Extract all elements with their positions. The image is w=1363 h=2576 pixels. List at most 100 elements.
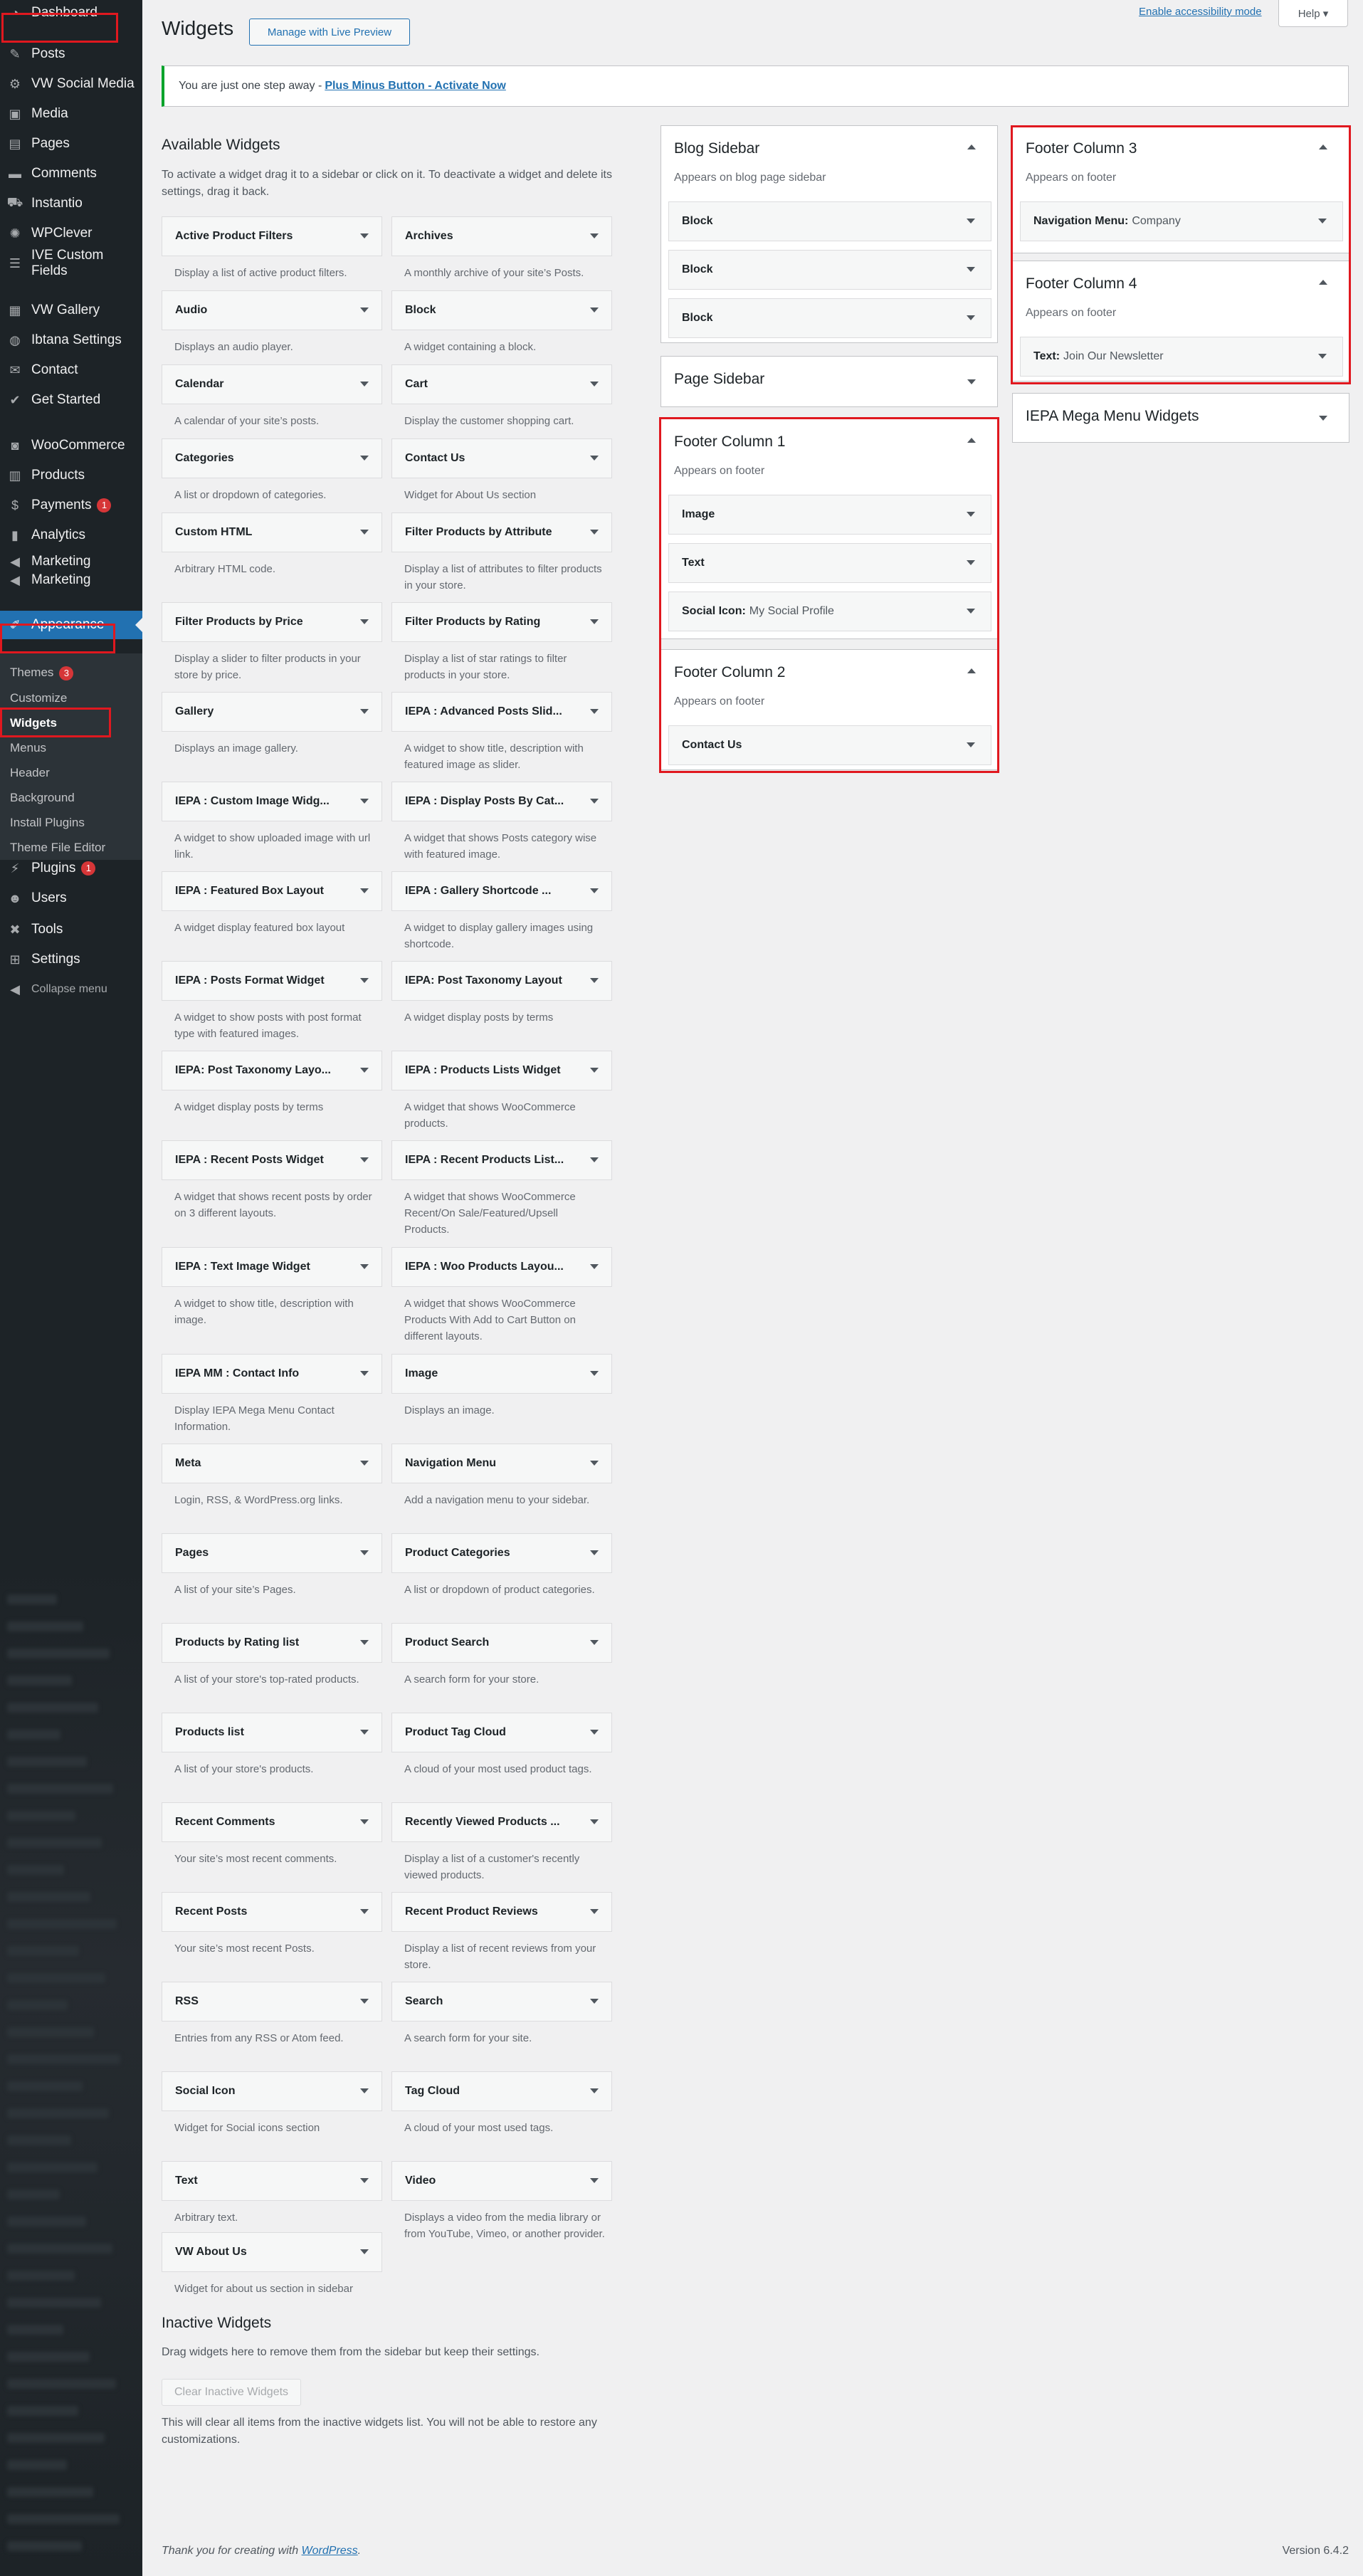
- available-widget[interactable]: IEPA : Woo Products Layou... A widget tha…: [391, 1247, 612, 1345]
- expand-arrow-icon[interactable]: [1319, 416, 1327, 421]
- widget-title-bar[interactable]: IEPA : Advanced Posts Slid...: [391, 692, 612, 732]
- clear-inactive-button[interactable]: Clear Inactive Widgets: [162, 2379, 301, 2406]
- widget-title-bar[interactable]: IEPA : Display Posts By Cat...: [391, 782, 612, 821]
- available-widget[interactable]: Product Search A search form for your sto…: [391, 1623, 612, 1688]
- widget-title-bar[interactable]: Search: [391, 1982, 612, 2022]
- menu-item-analytics[interactable]: ▮ Analytics: [0, 521, 142, 550]
- expand-arrow-icon[interactable]: [360, 978, 369, 983]
- expand-arrow-icon[interactable]: [590, 619, 599, 624]
- widget-title-bar[interactable]: Product Tag Cloud: [391, 1713, 612, 1752]
- available-widget[interactable]: Video Displays a video from the media lib…: [391, 2161, 612, 2242]
- expand-arrow-icon[interactable]: [360, 1550, 369, 1555]
- widget-title-bar[interactable]: Video: [391, 2161, 612, 2201]
- widget-title-bar[interactable]: Recent Posts: [162, 1892, 382, 1932]
- available-widget[interactable]: Cart Display the customer shopping cart.: [391, 364, 612, 429]
- available-widget[interactable]: Recent Product Reviews Display a list of …: [391, 1892, 612, 1973]
- menu-item-comments[interactable]: ▬ Comments: [0, 159, 142, 188]
- widget-title-bar[interactable]: Block: [391, 290, 612, 330]
- available-widget[interactable]: IEPA : Recent Posts Widget A widget that …: [162, 1140, 382, 1221]
- widget-title-bar[interactable]: Product Search: [391, 1623, 612, 1663]
- expand-arrow-icon[interactable]: [590, 1264, 599, 1269]
- available-widget[interactable]: Archives A monthly archive of your site’s…: [391, 216, 612, 281]
- widget-title-bar[interactable]: IEPA : Recent Products List...: [391, 1140, 612, 1180]
- menu-item-pages[interactable]: ▤ Pages: [0, 130, 142, 158]
- available-widget[interactable]: VW About Us Widget for about us section i…: [162, 2232, 382, 2297]
- available-widget[interactable]: Image Displays an image.: [391, 1354, 612, 1419]
- expand-arrow-icon[interactable]: [360, 1371, 369, 1376]
- expand-arrow-icon[interactable]: [590, 456, 599, 461]
- widget-title-bar[interactable]: Social Icon: [162, 2071, 382, 2111]
- menu-item-wpclever[interactable]: ✺ WPClever: [0, 219, 142, 248]
- expand-arrow-icon[interactable]: [590, 709, 599, 714]
- menu-item-vw-social[interactable]: ⚙ VW Social Media: [0, 70, 142, 98]
- widget-title-bar[interactable]: Product Categories: [391, 1533, 612, 1573]
- widget-title-bar[interactable]: Navigation Menu: [391, 1444, 612, 1483]
- widget-title-bar[interactable]: Recent Comments: [162, 1802, 382, 1842]
- expand-arrow-icon[interactable]: [590, 382, 599, 387]
- available-widget[interactable]: Recently Viewed Products ... Display a li…: [391, 1802, 612, 1883]
- widget-title-bar[interactable]: IEPA: Post Taxonomy Layo...: [162, 1051, 382, 1090]
- widget-title-bar[interactable]: Contact Us: [391, 438, 612, 478]
- expand-arrow-icon[interactable]: [360, 1640, 369, 1645]
- expand-arrow-icon[interactable]: [590, 1999, 599, 2004]
- menu-item-instantio[interactable]: ⛟ Instantio: [0, 189, 142, 218]
- widget-title-bar[interactable]: Archives: [391, 216, 612, 256]
- widget-title-bar[interactable]: RSS: [162, 1982, 382, 2022]
- expand-arrow-icon[interactable]: [590, 1461, 599, 1466]
- widget-title-bar[interactable]: Pages: [162, 1533, 382, 1573]
- widget-title-bar[interactable]: IEPA : Woo Products Layou...: [391, 1247, 612, 1287]
- expand-arrow-icon[interactable]: [360, 530, 369, 535]
- available-widget[interactable]: RSS Entries from any RSS or Atom feed.: [162, 1982, 382, 2046]
- expand-arrow-icon[interactable]: [360, 1909, 369, 1914]
- available-widget[interactable]: IEPA : Featured Box Layout A widget displ…: [162, 871, 382, 936]
- available-widget[interactable]: IEPA: Post Taxonomy Layout A widget displ…: [391, 961, 612, 1026]
- menu-item-products[interactable]: ▥ Products: [0, 461, 142, 490]
- expand-arrow-icon[interactable]: [590, 1371, 599, 1376]
- expand-arrow-icon[interactable]: [590, 978, 599, 983]
- available-widget[interactable]: Products by Rating list A list of your st…: [162, 1623, 382, 1688]
- widget-title-bar[interactable]: IEPA : Gallery Shortcode ...: [391, 871, 612, 911]
- submenu-menus[interactable]: Menus: [10, 740, 46, 756]
- available-widget[interactable]: Calendar A calendar of your site’s posts.: [162, 364, 382, 429]
- widget-title-bar[interactable]: Active Product Filters: [162, 216, 382, 256]
- menu-item-contact[interactable]: ✉ Contact: [0, 356, 142, 384]
- expand-arrow-icon[interactable]: [360, 799, 369, 804]
- available-widget[interactable]: Recent Comments Your site’s most recent c…: [162, 1802, 382, 1867]
- available-widget[interactable]: IEPA : Text Image Widget A widget to show…: [162, 1247, 382, 1328]
- submenu-theme-file-editor[interactable]: Theme File Editor: [10, 840, 105, 856]
- widget-title-bar[interactable]: Products by Rating list: [162, 1623, 382, 1663]
- widget-title-bar[interactable]: IEPA : Custom Image Widg...: [162, 782, 382, 821]
- submenu-themes[interactable]: Themes 3: [10, 665, 74, 680]
- widget-title-bar[interactable]: Meta: [162, 1444, 382, 1483]
- available-widget[interactable]: Categories A list or dropdown of categori…: [162, 438, 382, 503]
- menu-item-posts[interactable]: ✎ Posts: [0, 40, 142, 68]
- submenu-install-plugins[interactable]: Install Plugins: [10, 815, 85, 831]
- available-widget[interactable]: Recent Posts Your site’s most recent Post…: [162, 1892, 382, 1957]
- menu-item-ive-custom[interactable]: ☰ IVE Custom Fields: [0, 246, 142, 281]
- notice-activate-link[interactable]: Plus Minus Button - Activate Now: [325, 80, 506, 93]
- menu-item-ibtana[interactable]: ◍ Ibtana Settings: [0, 326, 142, 354]
- sidebar-widget[interactable]: Block: [668, 201, 991, 241]
- menu-item-woocommerce[interactable]: ◙ WooCommerce: [0, 431, 142, 460]
- menu-item-tools[interactable]: ✖ Tools: [0, 915, 142, 944]
- available-widget[interactable]: IEPA : Custom Image Widg... A widget to s…: [162, 782, 382, 863]
- widget-title-bar[interactable]: Filter Products by Rating: [391, 602, 612, 642]
- widget-title-bar[interactable]: Recently Viewed Products ...: [391, 1802, 612, 1842]
- available-widget[interactable]: Gallery Displays an image gallery.: [162, 692, 382, 757]
- menu-item-users[interactable]: ☻ Users: [0, 884, 142, 913]
- available-widget[interactable]: Audio Displays an audio player.: [162, 290, 382, 355]
- sidebar-area-title[interactable]: Blog Sidebar: [674, 140, 759, 157]
- live-preview-button[interactable]: Manage with Live Preview: [249, 19, 410, 46]
- expand-arrow-icon[interactable]: [360, 1999, 369, 2004]
- menu-item-plugins[interactable]: ⚡ Plugins 1: [0, 854, 142, 883]
- widget-title-bar[interactable]: Categories: [162, 438, 382, 478]
- expand-arrow-icon[interactable]: [360, 233, 369, 238]
- available-widget[interactable]: Meta Login, RSS, & WordPress.org links.: [162, 1444, 382, 1508]
- sidebar-area-title[interactable]: Page Sidebar: [674, 371, 764, 388]
- expand-arrow-icon[interactable]: [590, 233, 599, 238]
- widget-title-bar[interactable]: Recent Product Reviews: [391, 1892, 612, 1932]
- available-widget[interactable]: IEPA : Gallery Shortcode ... A widget to …: [391, 871, 612, 952]
- available-widget[interactable]: Social Icon Widget for Social icons secti…: [162, 2071, 382, 2136]
- widget-title-bar[interactable]: Text: [162, 2161, 382, 2201]
- expand-arrow-icon[interactable]: [967, 267, 975, 272]
